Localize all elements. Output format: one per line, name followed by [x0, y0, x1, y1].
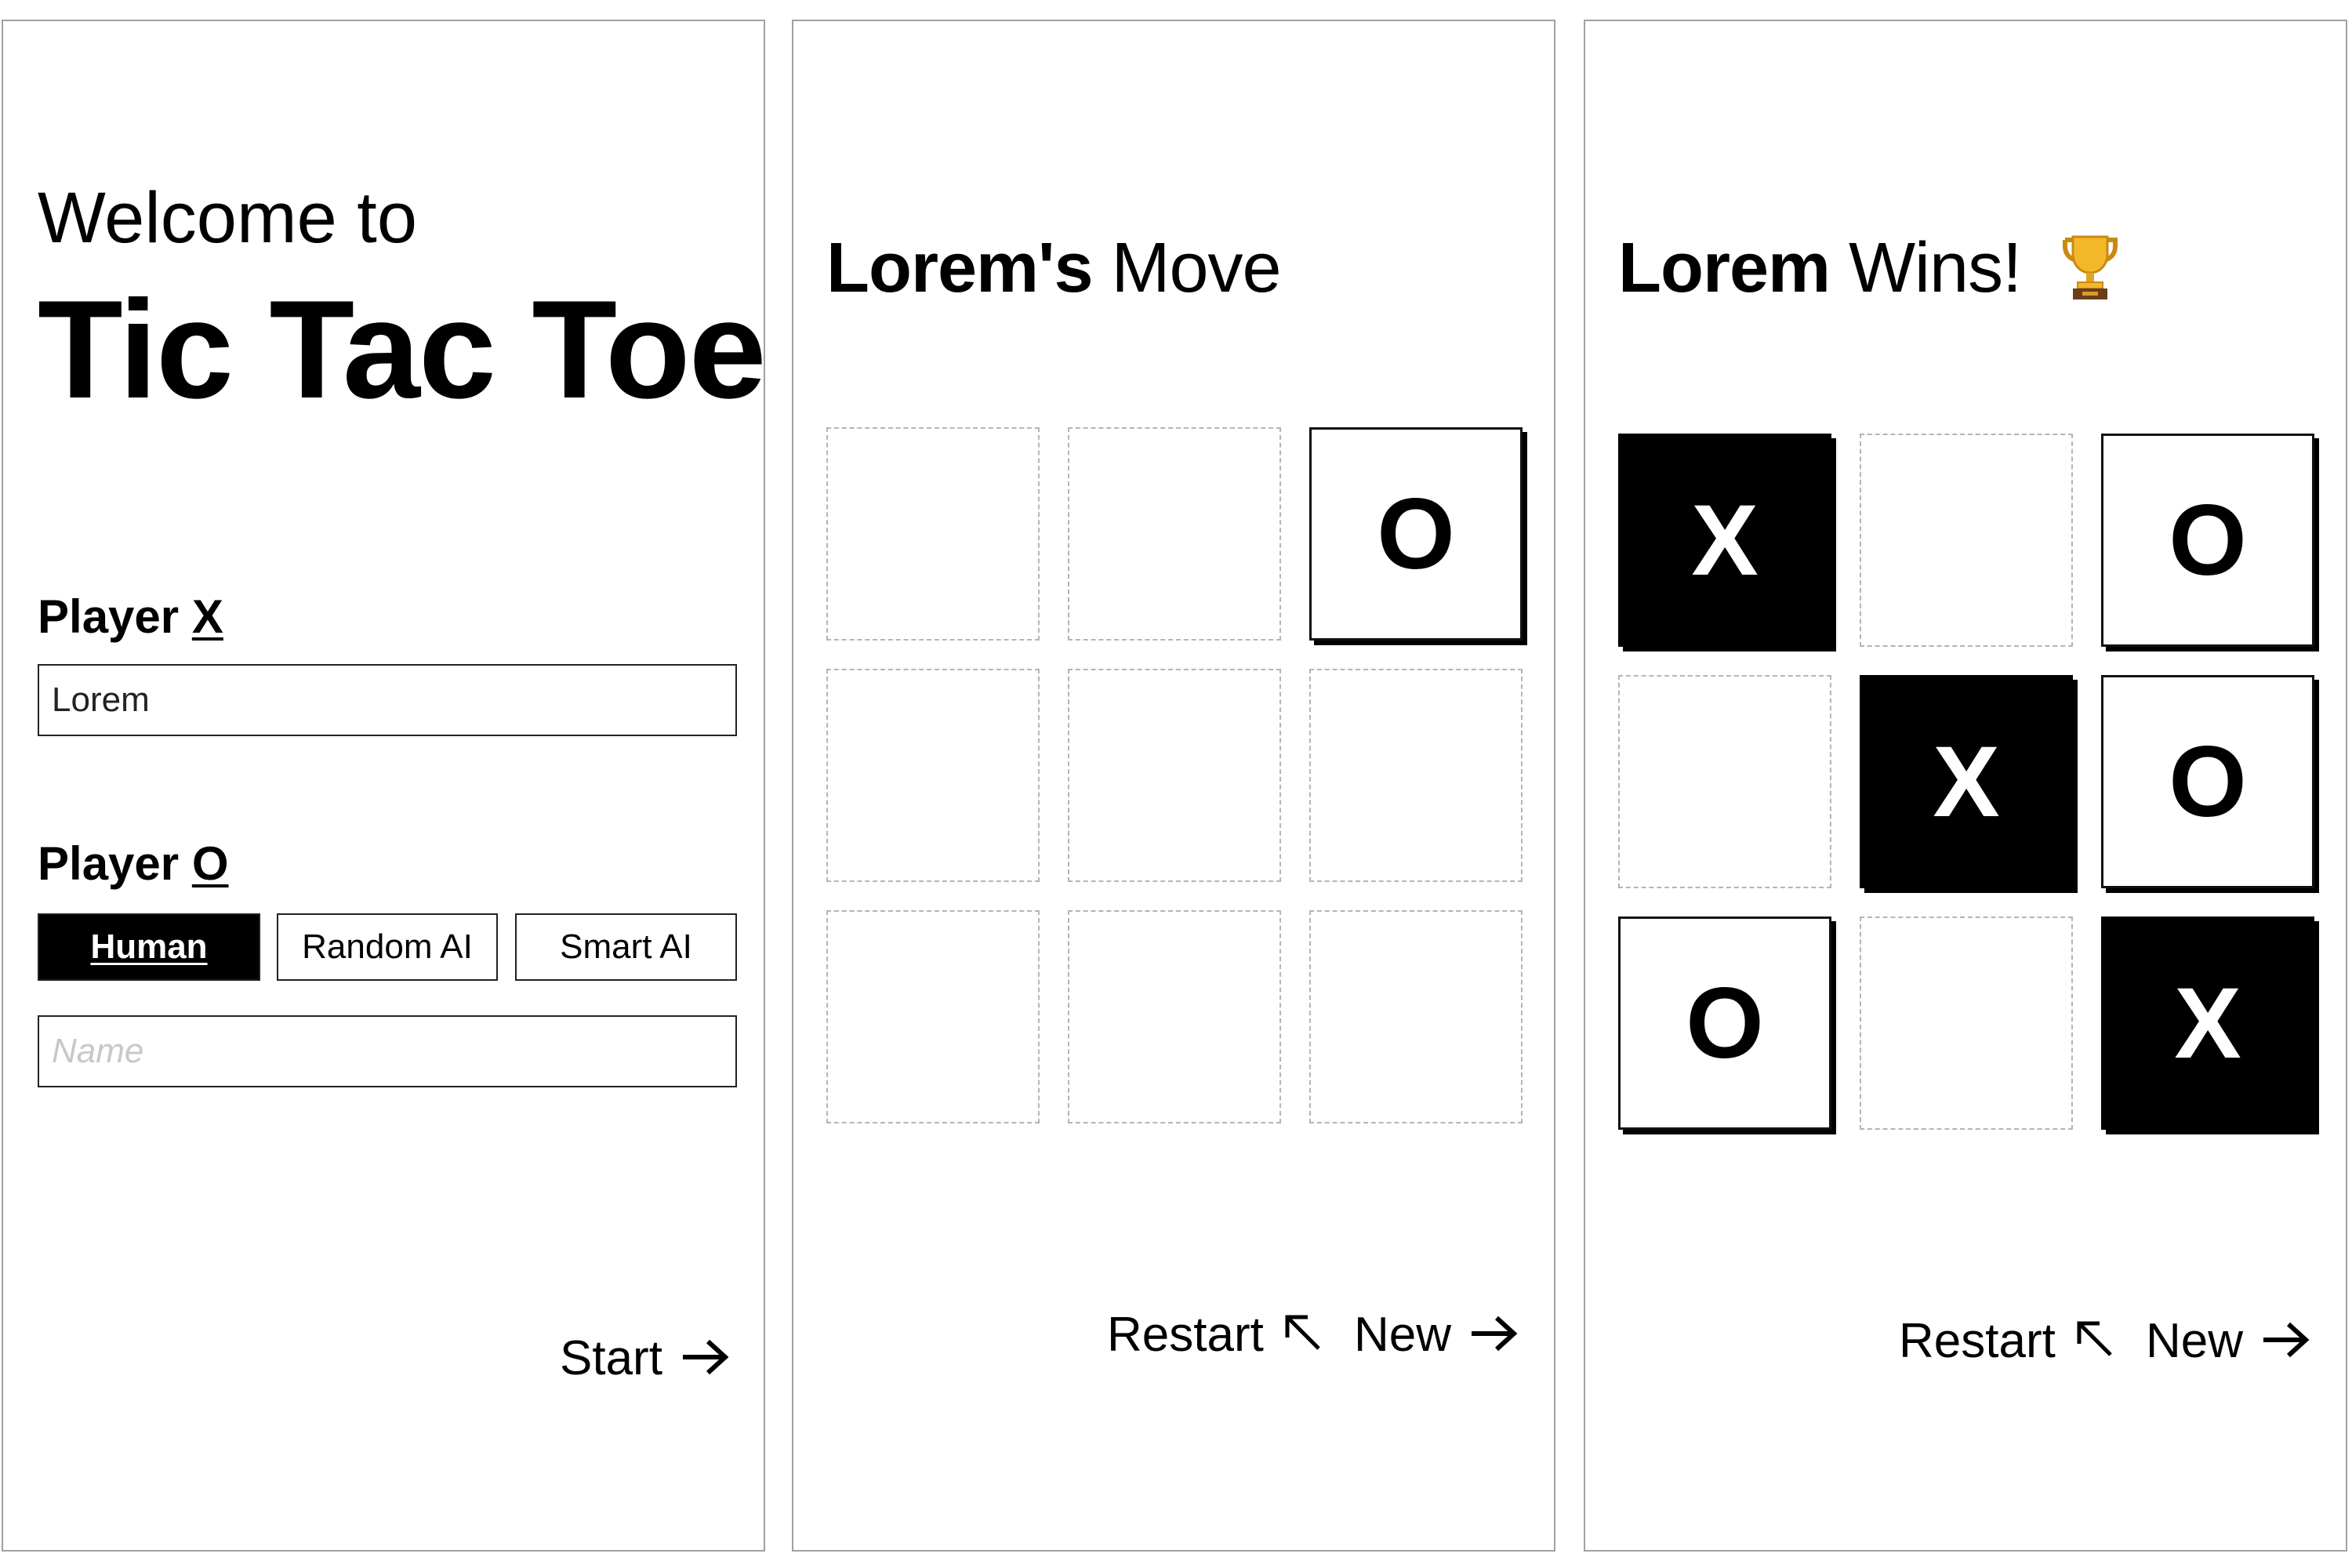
new-game-button[interactable]: New: [2146, 1313, 2310, 1369]
arrow-up-left-icon: [2073, 1316, 2115, 1367]
arrow-right-icon: [680, 1333, 730, 1385]
player-x-label: Player X: [38, 593, 223, 641]
board-cell-1-1[interactable]: [826, 427, 1040, 641]
turn-status: Lorem's Move: [826, 233, 1282, 303]
board-cell-1-2[interactable]: [1068, 427, 1281, 641]
player-o-label: Player O: [38, 840, 229, 887]
board-cell-2-3[interactable]: O: [2101, 675, 2314, 888]
restart-button[interactable]: Restart: [1899, 1313, 2115, 1369]
trophy-icon: [2054, 230, 2126, 303]
arrow-right-icon: [2260, 1316, 2310, 1367]
game-title: Tic Tac Toe: [38, 271, 767, 427]
board-cell-2-2[interactable]: [1068, 669, 1281, 882]
board-cell-1-3[interactable]: O: [2101, 434, 2314, 647]
win-screen: Lorem Wins! XOXOOX Restart New: [1584, 20, 2347, 1552]
board-cell-1-1[interactable]: X: [1618, 434, 1831, 647]
board-cell-2-1[interactable]: [826, 669, 1040, 882]
restart-button[interactable]: Restart: [1107, 1307, 1323, 1363]
board-cell-3-1[interactable]: O: [1618, 916, 1831, 1130]
start-button[interactable]: Start: [560, 1330, 730, 1386]
player-type-random-ai-button[interactable]: Random AI: [277, 913, 498, 981]
win-status: Lorem Wins!: [1618, 233, 2126, 309]
board-cell-2-1[interactable]: [1618, 675, 1831, 888]
player-o-mark: O: [191, 837, 229, 890]
board-cell-3-1[interactable]: [826, 910, 1040, 1123]
player-type-human-button[interactable]: Human: [38, 913, 260, 981]
player-o-label-text: Player: [38, 837, 180, 890]
setup-screen: Welcome to Tic Tac Toe Player X Player O…: [2, 20, 767, 1552]
player-x-label-text: Player: [38, 590, 180, 643]
game-screen: Lorem's Move O Restart New: [792, 20, 1555, 1552]
new-label: New: [1354, 1308, 1452, 1362]
board-cell-3-2[interactable]: [1860, 916, 2073, 1130]
winner-name: Lorem: [1618, 229, 1831, 307]
board-cell-3-3[interactable]: X: [2101, 916, 2314, 1130]
board-cell-2-3[interactable]: [1309, 669, 1523, 882]
restart-label: Restart: [1899, 1314, 2056, 1368]
arrow-right-icon: [1468, 1309, 1519, 1361]
new-game-button[interactable]: New: [1354, 1307, 1519, 1363]
welcome-text: Welcome to: [38, 178, 418, 258]
current-player-name: Lorem's: [826, 229, 1094, 307]
arrow-up-left-icon: [1281, 1309, 1323, 1361]
board-cell-1-2[interactable]: [1860, 434, 2073, 647]
win-status-suffix: Wins!: [1849, 229, 2022, 307]
player-x-mark: X: [191, 590, 223, 643]
restart-label: Restart: [1107, 1308, 1264, 1362]
player-x-name-input[interactable]: [38, 664, 737, 736]
player-type-smart-ai-button[interactable]: Smart AI: [515, 913, 737, 981]
player-o-name-input[interactable]: [38, 1015, 737, 1087]
new-label: New: [2146, 1314, 2244, 1368]
board-cell-3-2[interactable]: [1068, 910, 1281, 1123]
board-cell-2-2[interactable]: X: [1860, 675, 2073, 888]
turn-status-suffix: Move: [1111, 229, 1282, 307]
start-label: Start: [560, 1331, 662, 1385]
board-cell-1-3[interactable]: O: [1309, 427, 1523, 641]
board-cell-3-3[interactable]: [1309, 910, 1523, 1123]
